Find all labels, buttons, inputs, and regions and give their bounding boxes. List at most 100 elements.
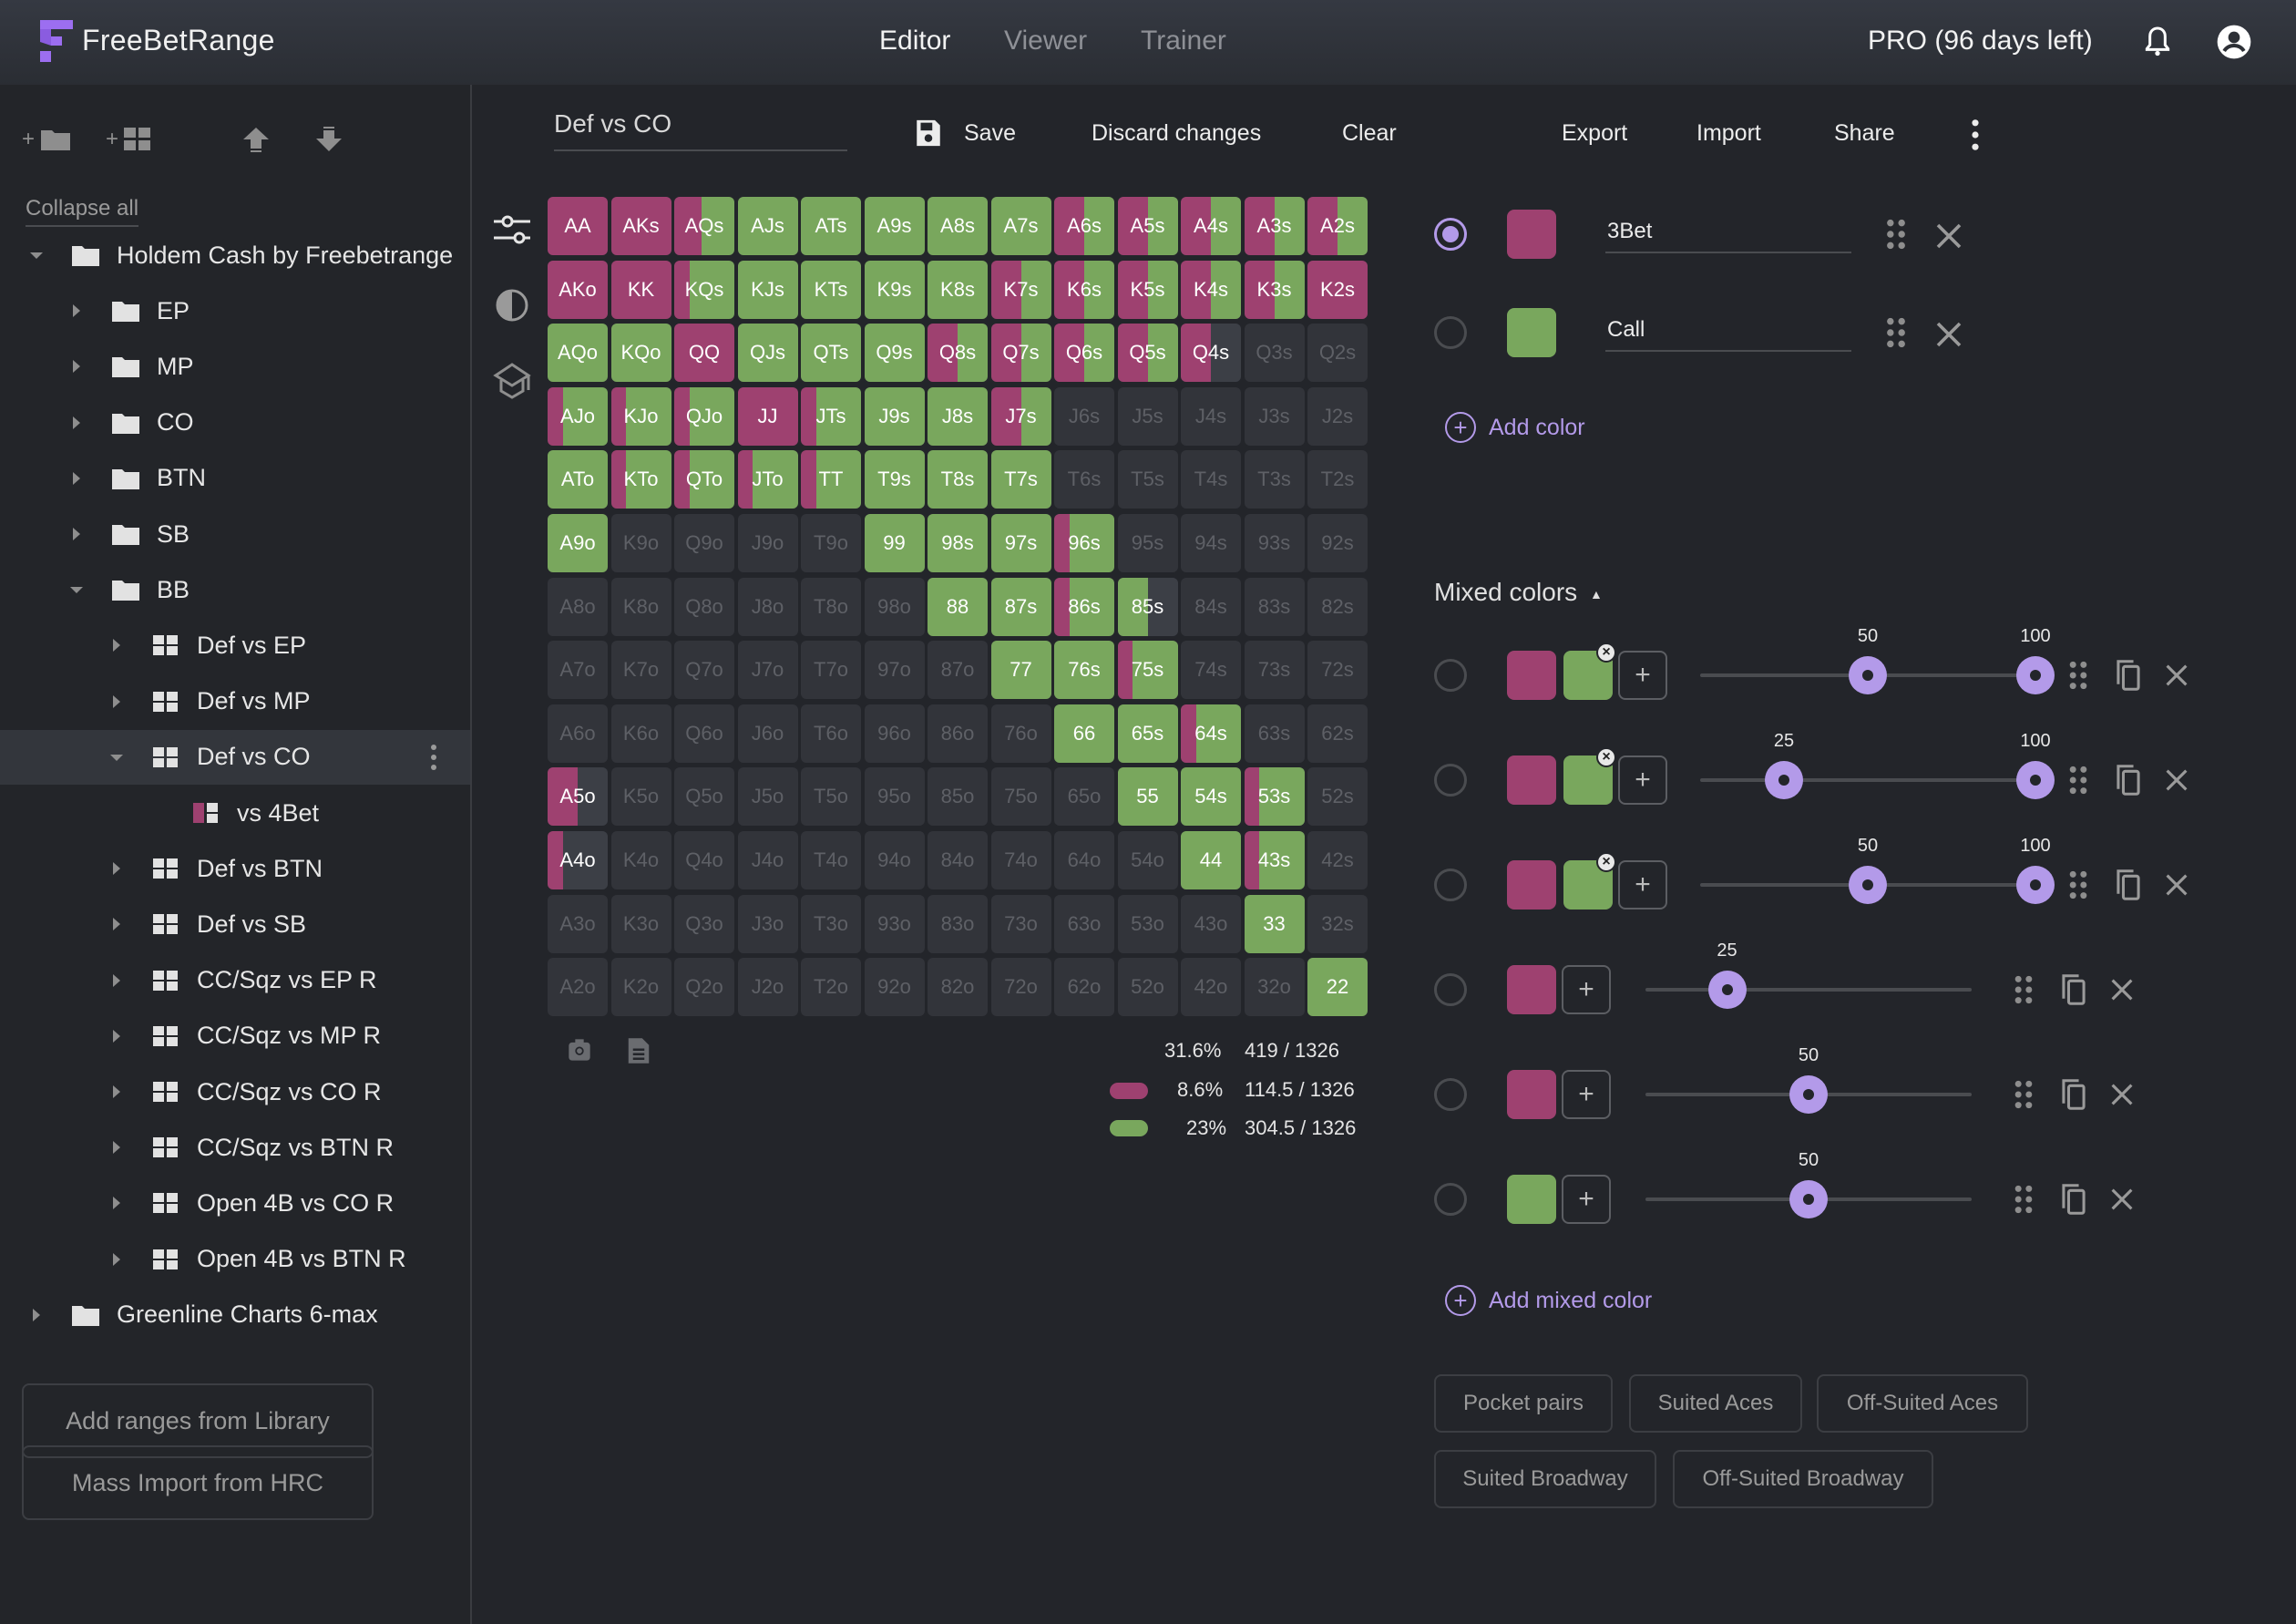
hand-cell[interactable]: T2o [801,958,861,1017]
hand-cell[interactable]: J7s [990,386,1051,446]
tree-item[interactable]: Def vs EP [0,618,470,673]
hand-cell[interactable]: K9o [610,514,671,572]
hand-cell[interactable]: 72o [990,958,1051,1017]
hand-cell[interactable]: 83o [928,894,988,953]
hand-cell[interactable]: Q6s [1054,324,1114,383]
hand-cell[interactable]: 85o [928,767,988,827]
add-color-to-mix-button[interactable]: + [1618,651,1667,700]
hand-cell[interactable]: 95s [1117,514,1178,572]
hand-cell[interactable]: TT [801,450,861,509]
hand-cell[interactable]: Q7o [674,641,734,700]
hand-cell[interactable]: K8s [928,260,988,319]
hand-cell[interactable]: 94s [1181,514,1241,572]
hand-cell[interactable]: J5s [1117,386,1178,446]
hand-cell[interactable]: 96o [864,704,925,763]
hand-cell[interactable]: 66 [1054,704,1114,763]
tree-item[interactable]: Def vs MP [0,674,470,729]
hand-cell[interactable]: 43o [1181,894,1241,953]
hand-cell[interactable]: 53s [1244,767,1305,827]
hand-cell[interactable]: 62o [1054,958,1114,1017]
caret-right-icon[interactable] [108,693,126,711]
account-circle-icon[interactable] [2216,24,2252,60]
mixed-color-radio[interactable] [1434,659,1467,692]
hand-cell[interactable]: T5s [1117,450,1178,509]
close-icon[interactable] [2165,873,2188,897]
hand-cell[interactable]: J8s [928,386,988,446]
hand-cell[interactable]: 22 [1307,958,1368,1017]
hand-cell[interactable]: A9o [548,514,608,572]
hand-cell[interactable]: A6s [1054,197,1114,255]
hand-cell[interactable]: AQs [674,197,734,255]
hand-cell[interactable]: J5o [737,767,798,827]
hand-cell[interactable]: KQo [610,324,671,383]
document-icon[interactable] [627,1037,651,1064]
camera-icon[interactable] [567,1037,592,1063]
tree-item[interactable]: BTN [0,451,470,506]
hand-cell[interactable]: 72s [1307,641,1368,700]
mix-slider-track[interactable] [1645,988,1972,992]
hand-cell[interactable]: 87o [928,641,988,700]
caret-right-icon[interactable] [67,469,86,488]
hand-cell[interactable]: J3o [737,894,798,953]
hand-cell[interactable]: K6s [1054,260,1114,319]
hand-cell[interactable]: Q7s [990,324,1051,383]
caret-right-icon[interactable] [108,971,126,990]
caret-right-icon[interactable] [108,1250,126,1269]
copy-icon[interactable] [2114,659,2143,692]
subscription-status[interactable]: PRO (96 days left) [1868,26,2093,57]
caret-right-icon[interactable] [108,1194,126,1212]
hand-cell[interactable]: 87s [990,577,1051,636]
hand-cell[interactable]: QTs [801,324,861,383]
color-swatch-call[interactable] [1507,308,1556,357]
hand-cell[interactable]: 88 [928,577,988,636]
hand-cell[interactable]: J4o [737,831,798,889]
hand-cell[interactable]: K6o [610,704,671,763]
hand-cell[interactable]: KTo [610,450,671,509]
color-radio-call[interactable] [1434,316,1467,349]
hand-cell[interactable]: A3o [548,894,608,953]
hand-cell[interactable]: J2o [737,958,798,1017]
close-icon[interactable] [2165,768,2188,792]
mixed-color-radio[interactable] [1434,1078,1467,1111]
hand-cell[interactable]: K2s [1307,260,1368,319]
hand-cell[interactable]: J2s [1307,386,1368,446]
copy-icon[interactable] [2059,973,2088,1006]
hand-cell[interactable]: K4o [610,831,671,889]
hand-cell[interactable]: 85s [1117,577,1178,636]
caret-right-icon[interactable] [27,1306,46,1324]
hand-cell[interactable]: Q3s [1244,324,1305,383]
hand-cell[interactable]: 84s [1181,577,1241,636]
hand-cell[interactable]: AJo [548,386,608,446]
hand-cell[interactable]: 92s [1307,514,1368,572]
upload-icon[interactable] [242,121,270,158]
hand-cell[interactable]: 42o [1181,958,1241,1017]
hand-cell[interactable]: 64o [1054,831,1114,889]
hand-cell[interactable]: AKs [610,197,671,255]
color-swatch-3bet[interactable] [1507,210,1556,259]
color-name-input-call[interactable] [1605,310,1851,352]
hand-cell[interactable]: A9s [864,197,925,255]
hand-cell[interactable]: K3o [610,894,671,953]
tree-item[interactable]: Def vs CO [0,729,470,785]
add-color-to-mix-button[interactable]: + [1618,755,1667,805]
add-color-to-mix-button[interactable]: + [1562,1175,1611,1224]
tree-item[interactable]: MP [0,339,470,394]
hand-cell[interactable]: Q2s [1307,324,1368,383]
hand-cell[interactable]: A5s [1117,197,1178,255]
hand-cell[interactable]: J7o [737,641,798,700]
hand-cell[interactable]: KJo [610,386,671,446]
hand-cell[interactable]: 76o [990,704,1051,763]
mix-slider-thumb[interactable] [1707,971,1747,1009]
hand-cell[interactable]: JTs [801,386,861,446]
hand-cell[interactable]: JTo [737,450,798,509]
hand-cell[interactable]: QJo [674,386,734,446]
tree-item[interactable]: CC/Sqz vs BTN R [0,1120,470,1175]
mix-slider-thumb[interactable] [1849,656,1887,694]
hand-cell[interactable]: 54o [1117,831,1178,889]
hand-cell[interactable]: 52o [1117,958,1178,1017]
mixed-color-radio[interactable] [1434,973,1467,1006]
mix-slider-thumb[interactable] [1849,866,1887,904]
drag-handle-icon[interactable] [2068,870,2088,899]
hand-cell[interactable]: J6s [1054,386,1114,446]
hand-cell[interactable]: 86s [1054,577,1114,636]
